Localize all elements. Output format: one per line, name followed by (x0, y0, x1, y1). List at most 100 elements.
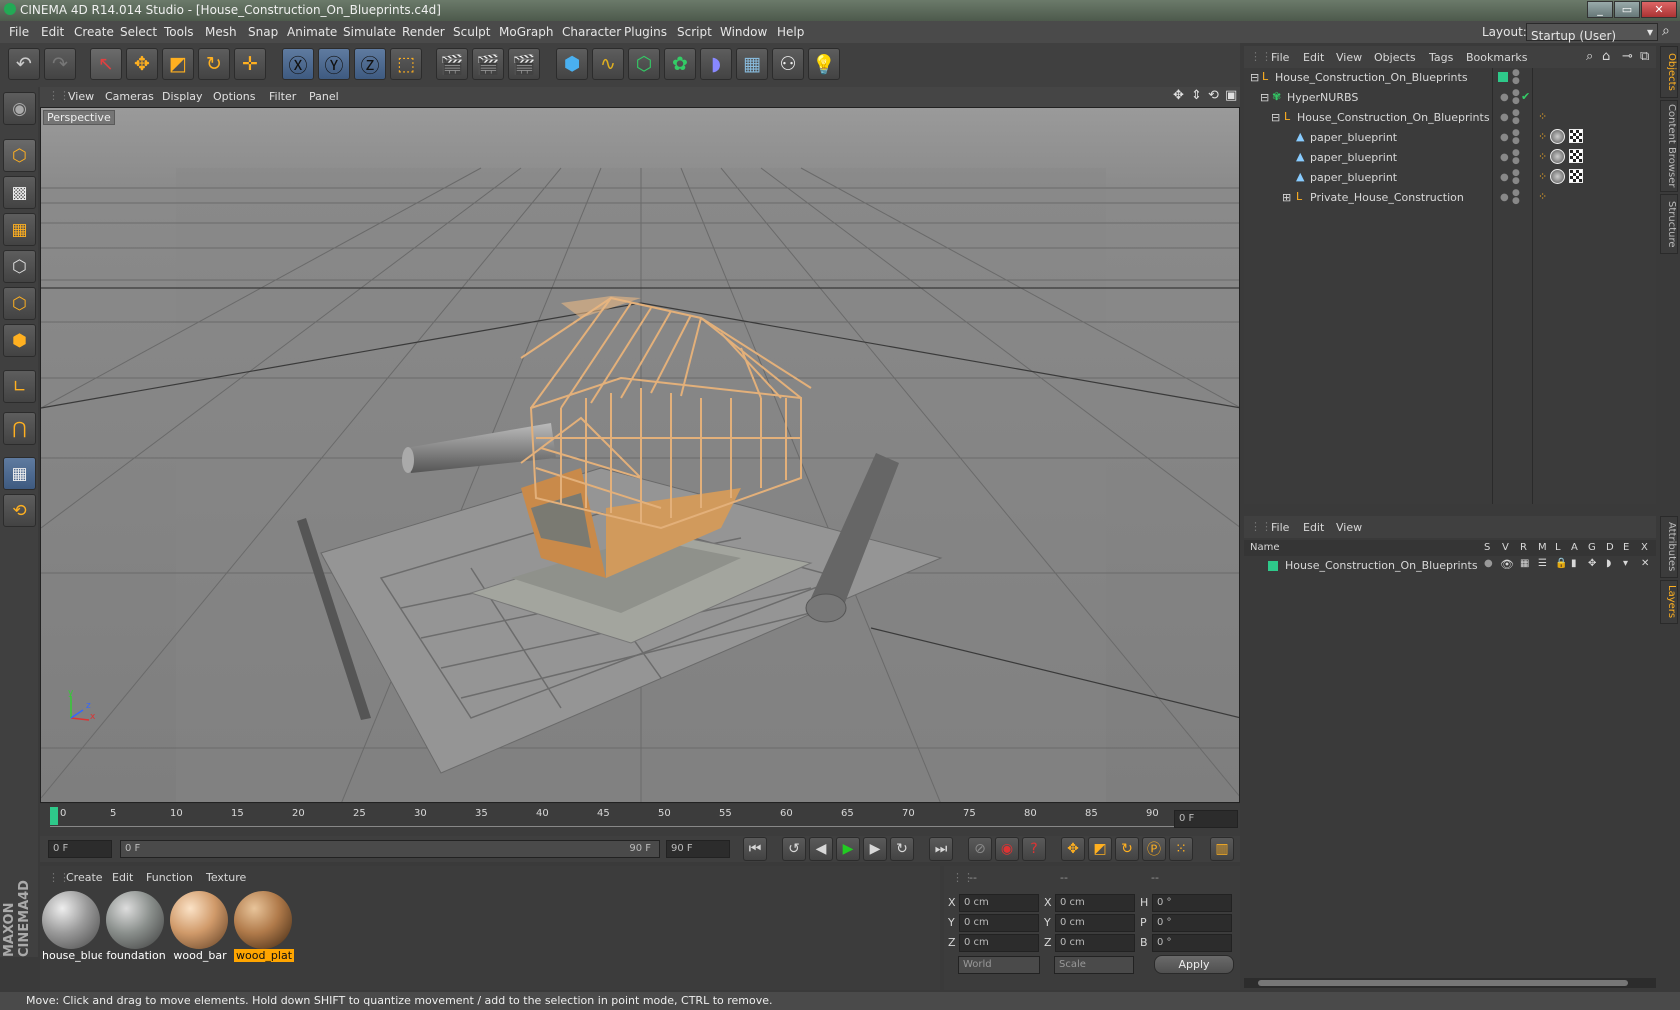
start-frame-field[interactable]: 0 F (48, 840, 112, 858)
workplane-lock-icon[interactable]: ▦ (3, 457, 36, 490)
zoom-icon[interactable]: ⇕ (1191, 88, 1202, 103)
layer-dot[interactable]: ● (1500, 192, 1509, 203)
mat-menu-texture[interactable]: Texture (206, 871, 246, 884)
generators-toggle-icon[interactable]: ✥ (1588, 558, 1596, 569)
phong-tag-icon[interactable]: ⁘ (1538, 110, 1547, 123)
model-mode-icon[interactable]: ⬡ (3, 139, 36, 172)
frame-range-slider[interactable]: 0 F 90 F (120, 840, 660, 858)
layer-flag-e[interactable]: E (1623, 542, 1629, 553)
collapse-icon[interactable]: ⊟ (1250, 71, 1259, 84)
object-row-house[interactable]: ⊟ Ⅼ House_Construction_On_Blueprints ● ●… (1244, 108, 1656, 128)
position-y-field[interactable]: 0 cm (959, 914, 1039, 932)
size-z-field[interactable]: 0 cm (1055, 934, 1135, 952)
minimize-button[interactable]: _ (1587, 1, 1613, 18)
obj-menu-tags[interactable]: Tags (1429, 51, 1453, 64)
object-row-root[interactable]: ⊟ Ⅼ House_Construction_On_Blueprints ● ● (1244, 68, 1656, 88)
menu-character[interactable]: Character (562, 25, 621, 39)
visibility-dots[interactable]: ● ● (1512, 109, 1520, 126)
obj-menu-view[interactable]: View (1336, 51, 1362, 64)
menu-tools[interactable]: Tools (164, 25, 194, 39)
enabled-check-icon[interactable]: ✔ (1521, 90, 1530, 103)
current-frame-field[interactable]: 0 F (1174, 810, 1238, 828)
layer-color-swatch[interactable] (1498, 72, 1508, 82)
collapse-icon[interactable]: ⊟ (1260, 91, 1269, 104)
make-editable-icon[interactable]: ◉ (3, 92, 36, 125)
light-icon[interactable]: 💡 (808, 48, 840, 80)
menu-window[interactable]: Window (720, 25, 767, 39)
layer-flag-r[interactable]: R (1520, 542, 1527, 553)
layer-menu-file[interactable]: File (1271, 521, 1289, 534)
layer-row[interactable]: House_Construction_On_Blueprints ● 👁 ▦ ☰… (1244, 557, 1656, 575)
layer-dot[interactable]: ● (1500, 132, 1509, 143)
key-scale-icon[interactable]: ◩ (1088, 837, 1112, 861)
view-toggle-icon[interactable]: 👁 (1500, 558, 1514, 571)
phong-tag-icon[interactable]: ⁘ (1538, 130, 1547, 143)
phong-tag-icon[interactable]: ⁘ (1538, 170, 1547, 183)
obj-menu-edit[interactable]: Edit (1303, 51, 1324, 64)
cube-object-icon[interactable]: ⬢ (556, 48, 588, 80)
visibility-dots[interactable]: ● ● (1512, 89, 1520, 106)
live-selection-icon[interactable]: ↖ (90, 48, 122, 80)
layer-menu-view[interactable]: View (1336, 521, 1362, 534)
render-settings-icon[interactable]: 🎬 (508, 48, 540, 80)
floor-icon[interactable]: ▦ (736, 48, 768, 80)
go-to-start-icon[interactable]: ⏮ (743, 837, 767, 861)
layer-dot[interactable]: ● (1500, 172, 1509, 183)
layer-flag-m[interactable]: M (1538, 542, 1547, 553)
tab-objects[interactable]: Objects (1660, 46, 1678, 98)
material-wood-bar[interactable]: wood_bar (170, 891, 230, 966)
edges-mode-icon[interactable]: ⬡ (3, 287, 36, 320)
move-icon[interactable]: ✥ (126, 48, 158, 80)
x-axis-icon[interactable]: Ⓧ (282, 48, 314, 80)
object-row-blueprint-3[interactable]: ▲ paper_blueprint ● ● ● ⁘ (1244, 168, 1656, 188)
next-frame-icon[interactable]: ▶ (863, 837, 887, 861)
rotation-p-field[interactable]: 0 ° (1152, 914, 1232, 932)
uvw-tag-icon[interactable] (1569, 149, 1583, 163)
material-tag-icon[interactable] (1550, 169, 1565, 184)
layer-flag-d[interactable]: D (1606, 542, 1614, 553)
tab-content-browser[interactable]: Content Browser (1660, 100, 1678, 192)
tab-structure[interactable]: Structure (1660, 194, 1678, 254)
menu-snap[interactable]: Snap (248, 25, 278, 39)
material-foundation[interactable]: foundation (106, 891, 166, 966)
previous-frame-icon[interactable]: ◀ (809, 837, 833, 861)
timeline-window-icon[interactable]: ▥ (1210, 837, 1234, 861)
orbit-icon[interactable]: ⟲ (1208, 88, 1219, 103)
filter-icon[interactable]: ⊸ (1622, 49, 1633, 64)
menu-create[interactable]: Create (74, 25, 114, 39)
menu-edit[interactable]: Edit (41, 25, 64, 39)
vp-menu-panel[interactable]: Panel (309, 90, 339, 103)
go-to-end-icon[interactable]: ⏭ (929, 837, 953, 861)
vp-menu-options[interactable]: Options (213, 90, 255, 103)
layer-flag-g[interactable]: G (1588, 542, 1596, 553)
timeline-ruler[interactable]: 0 5 10 15 20 25 30 35 40 45 50 55 60 65 … (40, 804, 1240, 836)
expressions-toggle-icon[interactable]: ▾ (1623, 558, 1628, 569)
play-forward-icon[interactable]: ▶ (836, 837, 860, 861)
manager-toggle-icon[interactable]: ☰ (1538, 558, 1547, 569)
lock-toggle-icon[interactable]: 🔒 (1555, 558, 1567, 569)
new-window-icon[interactable]: ⧉ (1640, 49, 1649, 64)
end-frame-field[interactable]: 90 F (666, 840, 730, 858)
menu-simulate[interactable]: Simulate (343, 25, 396, 39)
vp-menu-view[interactable]: View (68, 90, 94, 103)
undo-icon[interactable]: ↶ (8, 48, 40, 80)
array-icon[interactable]: ✿ (664, 48, 696, 80)
recent-tool-icon[interactable]: ✛ (234, 48, 266, 80)
object-row-blueprint-2[interactable]: ▲ paper_blueprint ● ● ● ⁘ (1244, 148, 1656, 168)
object-row-blueprint-1[interactable]: ▲ paper_blueprint ● ● ● ⁘ (1244, 128, 1656, 148)
keyframe-selection-icon[interactable]: ? (1022, 837, 1046, 861)
playhead[interactable] (50, 807, 58, 825)
coordinate-system-icon[interactable]: ⬚ (390, 48, 422, 80)
home-icon[interactable]: ⌂ (1602, 49, 1610, 64)
solo-toggle-icon[interactable]: ● (1484, 558, 1493, 569)
axis-mode-icon[interactable]: ∟ (3, 370, 36, 403)
menu-mograph[interactable]: MoGraph (499, 25, 554, 39)
layer-dot[interactable]: ● (1500, 112, 1509, 123)
key-pla-icon[interactable]: ⁙ (1169, 837, 1193, 861)
scale-icon[interactable]: ◩ (162, 48, 194, 80)
maximize-button[interactable]: ▭ (1614, 1, 1640, 18)
animation-toggle-icon[interactable]: ▮ (1571, 558, 1577, 569)
key-parameter-icon[interactable]: Ⓟ (1142, 837, 1166, 861)
points-mode-icon[interactable]: ⬡ (3, 250, 36, 283)
mat-menu-function[interactable]: Function (146, 871, 193, 884)
